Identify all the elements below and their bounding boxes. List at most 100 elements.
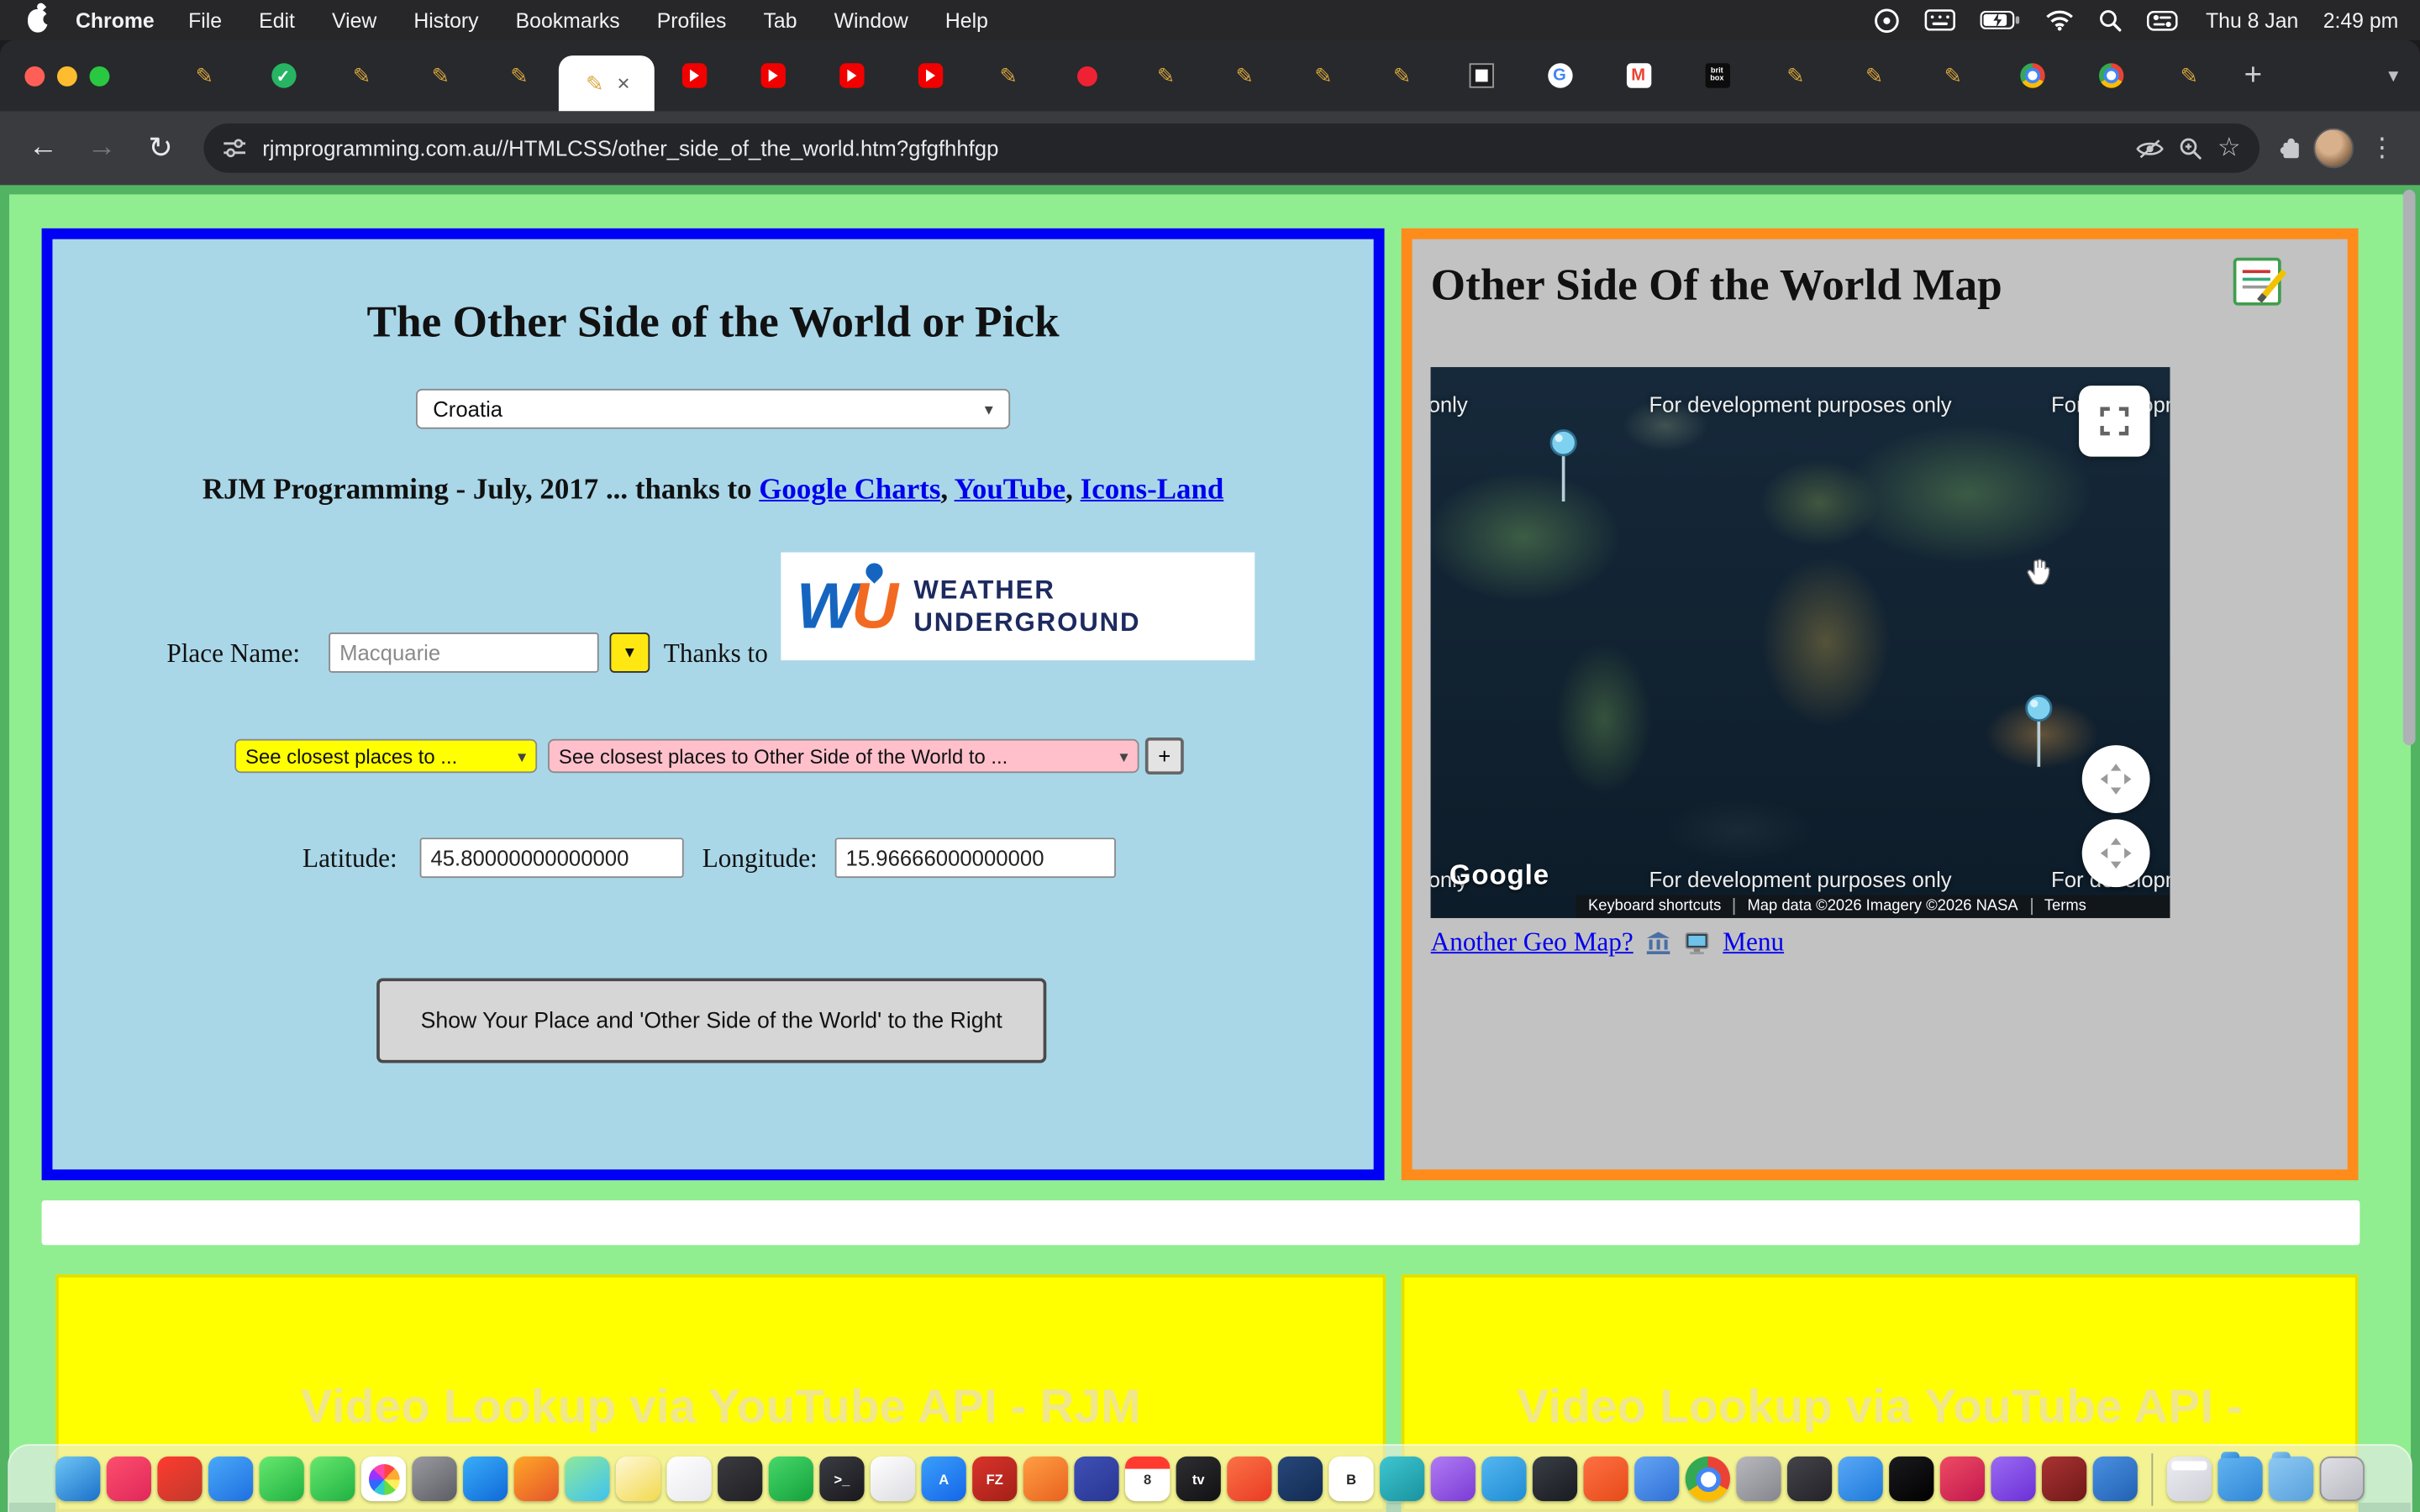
tab-search-chevron-icon[interactable]: ▾ (2388, 63, 2398, 87)
password-eye-icon[interactable] (2136, 138, 2164, 158)
keyboard-shortcuts-link[interactable]: Keyboard shortcuts (1576, 898, 1733, 915)
map-pin[interactable] (2022, 693, 2055, 781)
browser-tab[interactable] (655, 40, 734, 111)
dock-app-teal[interactable] (1380, 1457, 1424, 1501)
plus-button[interactable]: + (1145, 738, 1184, 774)
computer-icon[interactable] (1684, 931, 1710, 954)
dock-documents-folder[interactable] (2269, 1457, 2313, 1501)
browser-tab[interactable] (2071, 40, 2150, 111)
control-center-icon[interactable] (2147, 10, 2178, 30)
browser-tab[interactable] (1520, 40, 1599, 111)
dock-downloads-folder[interactable] (2217, 1457, 2262, 1501)
minimize-window-button[interactable] (57, 66, 77, 86)
place-name-input[interactable] (329, 633, 598, 673)
menubar-item-window[interactable]: Window (834, 8, 908, 32)
map-pan-control[interactable] (2082, 819, 2150, 887)
menu-link[interactable]: Menu (1723, 927, 1784, 958)
browser-tab[interactable] (2150, 40, 2229, 111)
browser-tab[interactable] (733, 40, 812, 111)
browser-tab[interactable] (1756, 40, 1835, 111)
browser-tab[interactable] (1678, 40, 1757, 111)
browser-tab[interactable] (244, 40, 323, 111)
browser-tab[interactable] (402, 40, 481, 111)
dock-window-tile[interactable] (2167, 1457, 2212, 1501)
dock-filezilla[interactable]: FZ (972, 1457, 1017, 1501)
dock-app-gray-2[interactable] (1736, 1457, 1781, 1501)
map-pin[interactable] (1546, 428, 1580, 516)
dock-appstore[interactable]: A (922, 1457, 966, 1501)
dock-github[interactable] (1533, 1457, 1577, 1501)
browser-tab[interactable] (969, 40, 1048, 111)
dock-safari[interactable] (463, 1457, 508, 1501)
profile-avatar[interactable] (2313, 128, 2354, 168)
browser-tab[interactable] (166, 40, 245, 111)
browser-tab[interactable] (1914, 40, 1993, 111)
url-text[interactable]: rjmprogramming.com.au//HTMLCSS/other_sid… (262, 136, 2120, 160)
menubar-item-history[interactable]: History (413, 8, 478, 32)
close-window-button[interactable] (24, 66, 45, 86)
terms-link[interactable]: Terms (2030, 898, 2098, 915)
dock-app-blue-3[interactable] (2093, 1457, 2138, 1501)
dock-launchpad[interactable] (718, 1457, 762, 1501)
dock-textedit[interactable] (871, 1457, 915, 1501)
browser-tab[interactable] (1205, 40, 1284, 111)
dock-app-blue-2[interactable] (1634, 1457, 1679, 1501)
browser-tab[interactable] (1835, 40, 1914, 111)
dock-trash[interactable] (2320, 1457, 2365, 1501)
menu-bar-time[interactable]: 2:49 pm (2323, 8, 2399, 32)
geo-building-icon[interactable] (1645, 931, 1671, 954)
closest-other-side-select[interactable]: See closest places to Other Side of the … (548, 739, 1139, 773)
site-info-icon[interactable] (222, 136, 246, 160)
dock-app-black[interactable] (1889, 1457, 1933, 1501)
keyboard-icon[interactable] (1925, 9, 1956, 31)
menubar-item-edit[interactable]: Edit (259, 8, 295, 32)
show-place-button[interactable]: Show Your Place and 'Other Side of the W… (376, 978, 1046, 1063)
dock-calendar[interactable]: 8 (1125, 1457, 1170, 1501)
dock-podcasts[interactable] (1431, 1457, 1476, 1501)
dock-app-purple[interactable] (1991, 1457, 2035, 1501)
dock-maps[interactable] (565, 1457, 609, 1501)
dock-telegram[interactable] (1481, 1457, 1526, 1501)
dock-terminal[interactable]: >_ (819, 1457, 864, 1501)
dock-brave[interactable] (1227, 1457, 1271, 1501)
menubar-item-help[interactable]: Help (945, 8, 988, 32)
zoom-icon[interactable] (2179, 137, 2202, 160)
dock-facetime[interactable] (310, 1457, 355, 1501)
menubar-item-view[interactable]: View (332, 8, 376, 32)
status-app-icon[interactable] (1874, 7, 1900, 33)
dock-app-navy[interactable] (1278, 1457, 1323, 1501)
dock-mail[interactable] (208, 1457, 253, 1501)
forward-button[interactable]: → (77, 131, 127, 165)
battery-icon[interactable] (1981, 11, 2021, 29)
menubar-item-tab[interactable]: Tab (764, 8, 797, 32)
dock-app-pink[interactable] (1940, 1457, 1985, 1501)
browser-tab[interactable] (1363, 40, 1442, 111)
dock-app-gray[interactable] (412, 1457, 456, 1501)
dock-reminders[interactable] (666, 1457, 711, 1501)
notes-icon[interactable] (2233, 258, 2281, 306)
back-button[interactable]: ← (18, 131, 68, 165)
dock-finder[interactable] (55, 1457, 100, 1501)
dock-apple-tv[interactable]: tv (1176, 1457, 1221, 1501)
browser-tab[interactable] (1442, 40, 1521, 111)
menubar-item-file[interactable]: File (188, 8, 222, 32)
dock-chrome[interactable] (1686, 1457, 1730, 1501)
browser-menu-icon[interactable]: ⋮ (2363, 133, 2402, 164)
another-geo-map-link[interactable]: Another Geo Map? (1431, 927, 1634, 958)
browser-tab[interactable] (1127, 40, 1206, 111)
browser-tab[interactable] (1599, 40, 1678, 111)
google-map[interactable]: For development purposes only For develo… (1431, 367, 2170, 918)
dock-app-maroon[interactable] (2042, 1457, 2086, 1501)
address-bar[interactable]: rjmprogramming.com.au//HTMLCSS/other_sid… (203, 123, 2260, 173)
bookmark-star-icon[interactable]: ☆ (2217, 133, 2241, 164)
browser-tab[interactable] (1284, 40, 1363, 111)
browser-tab[interactable] (1992, 40, 2071, 111)
browser-tab[interactable] (480, 40, 559, 111)
google-charts-link[interactable]: Google Charts (759, 474, 940, 507)
dock-app-orange-2[interactable] (1583, 1457, 1628, 1501)
browser-tab[interactable] (812, 40, 891, 111)
close-tab-icon[interactable]: ✕ (617, 73, 631, 93)
active-app-name[interactable]: Chrome (76, 8, 155, 32)
browser-tab[interactable] (891, 40, 970, 111)
latitude-input[interactable] (420, 837, 684, 878)
